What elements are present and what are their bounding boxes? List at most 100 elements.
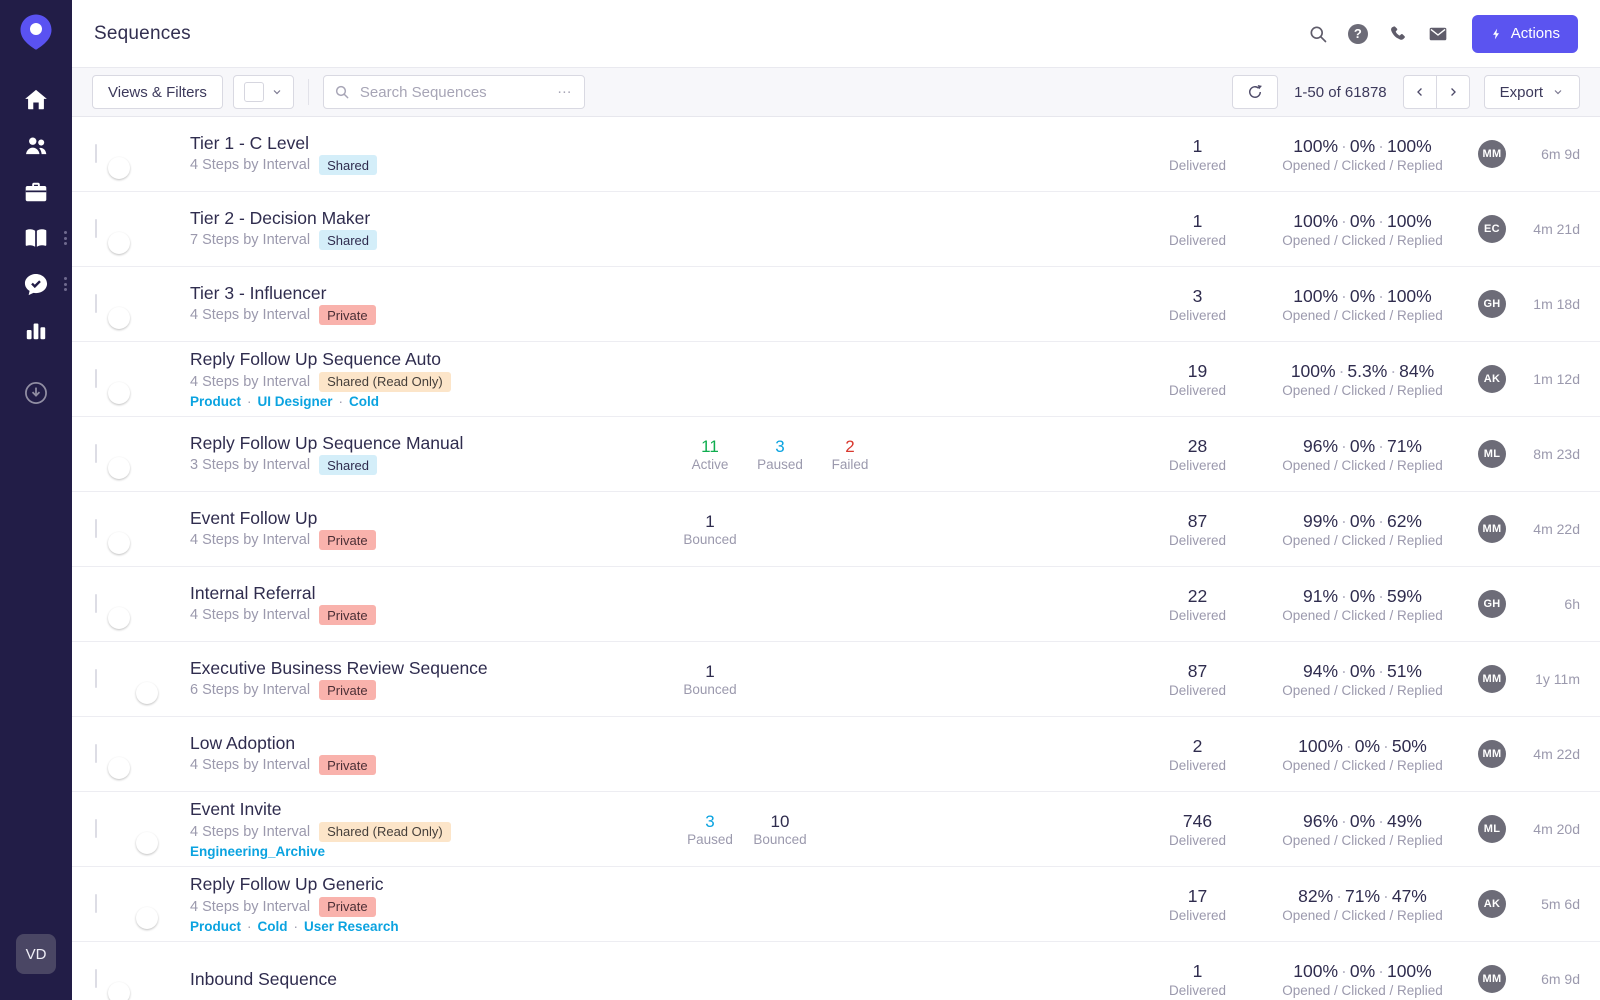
sequence-name[interactable]: Event Follow Up <box>190 508 670 528</box>
row-age: 1m 18d <box>1533 296 1580 312</box>
tag-link[interactable]: Cold <box>349 394 379 409</box>
tag-link[interactable]: Engineering_Archive <box>190 844 325 859</box>
sequence-steps: 4 Steps by Interval <box>190 898 311 915</box>
row-checkbox[interactable] <box>95 894 97 913</box>
opened-value: 100% <box>1293 136 1339 157</box>
sequence-name[interactable]: Inbound Sequence <box>190 969 670 989</box>
export-button[interactable]: Export <box>1483 75 1580 109</box>
row-checkbox[interactable] <box>95 969 97 988</box>
ocr-values: 91% · 0% · 59% <box>1255 585 1470 608</box>
row-checkbox[interactable] <box>95 594 97 613</box>
delivered-column: 746 Delivered <box>1140 810 1255 848</box>
delivered-value: 87 <box>1187 661 1208 682</box>
sidebar: VD <box>0 0 72 1000</box>
value-separator: · <box>1336 886 1342 907</box>
sequence-subline: 4 Steps by Interval Shared (Read Only) <box>190 371 670 392</box>
row-checkbox[interactable] <box>95 669 97 688</box>
sequence-steps: 4 Steps by Interval <box>190 823 311 840</box>
sequence-name[interactable]: Reply Follow Up Generic <box>190 874 670 894</box>
global-search-button[interactable] <box>1302 18 1334 50</box>
stat-label: Paused <box>687 832 733 848</box>
tag-link[interactable]: Cold <box>258 919 288 934</box>
phone-button[interactable] <box>1382 18 1414 50</box>
select-all-button[interactable] <box>232 75 294 109</box>
sequence-name[interactable]: Reply Follow Up Sequence Auto <box>190 349 670 369</box>
tag-link[interactable]: User Research <box>304 919 399 934</box>
briefcase-icon <box>25 182 47 202</box>
mail-button[interactable] <box>1422 18 1454 50</box>
opened-value: 96% <box>1302 811 1339 832</box>
refresh-button[interactable] <box>1232 75 1279 109</box>
toggle-knob <box>108 457 130 479</box>
sidebar-item-reports[interactable] <box>0 307 72 353</box>
sequence-name[interactable]: Internal Referral <box>190 583 670 603</box>
prev-page-button[interactable] <box>1402 75 1437 109</box>
row-checkbox[interactable] <box>95 444 97 463</box>
row-checkbox[interactable] <box>95 519 97 538</box>
stat-value: 2 <box>845 436 855 456</box>
ocr-values: 99% · 0% · 62% <box>1255 510 1470 533</box>
select-all-checkbox[interactable] <box>243 82 264 102</box>
sequence-subline: 4 Steps by Interval Private <box>190 530 670 551</box>
delivered-column: 87 Delivered <box>1140 510 1255 548</box>
sequence-name-block: Tier 2 - Decision Maker 7 Steps by Inter… <box>190 208 670 251</box>
sequence-name[interactable]: Executive Business Review Sequence <box>190 658 670 678</box>
views-filters-button[interactable]: Views & Filters <box>92 75 223 109</box>
outcomes-menu-kebab-icon[interactable] <box>64 277 67 291</box>
value-separator: · <box>1345 736 1352 757</box>
sequence-name[interactable]: Low Adoption <box>190 733 670 753</box>
sequence-name-block: Tier 3 - Influencer 4 Steps by Interval … <box>190 283 670 326</box>
tag-link[interactable]: UI Designer <box>258 394 333 409</box>
table-row: Executive Business Review Sequence 6 Ste… <box>72 642 1600 717</box>
sidebar-item-accounts[interactable] <box>0 169 72 215</box>
user-avatar[interactable]: VD <box>16 934 56 974</box>
toggle-knob <box>108 232 130 254</box>
row-age: 4m 22d <box>1533 521 1580 537</box>
clicked-value: 0% <box>1349 811 1376 832</box>
sequence-name-block: Inbound Sequence <box>190 969 670 989</box>
sidebar-item-content[interactable] <box>0 215 72 261</box>
sequence-tags: Product · UI Designer · Cold <box>190 394 670 409</box>
sidebar-item-downloads[interactable] <box>0 370 72 416</box>
table-row: Event Follow Up 4 Steps by Interval Priv… <box>72 492 1600 567</box>
search-options-ellipsis-icon[interactable]: … <box>557 81 574 96</box>
toggle-knob <box>108 982 130 1000</box>
sidebar-item-home[interactable] <box>0 77 72 123</box>
opened-clicked-replied-column: 100% · 0% · 100% Opened / Clicked / Replied <box>1255 210 1470 248</box>
sidebar-item-outcomes[interactable] <box>0 261 72 307</box>
row-checkbox[interactable] <box>95 369 97 388</box>
next-page-button[interactable] <box>1435 75 1470 109</box>
sequence-subline: 4 Steps by Interval Private <box>190 755 670 776</box>
actions-button[interactable]: Actions <box>1471 14 1578 53</box>
sequence-steps: 4 Steps by Interval <box>190 373 311 390</box>
row-checkbox[interactable] <box>95 219 97 238</box>
book-icon <box>25 229 47 247</box>
content-menu-kebab-icon[interactable] <box>64 231 67 245</box>
replied-value: 50% <box>1391 736 1427 757</box>
sequence-name[interactable]: Tier 3 - Influencer <box>190 283 670 303</box>
stat-label: Active <box>691 457 729 473</box>
table-row: Event Invite 4 Steps by Interval Shared … <box>72 792 1600 867</box>
outreach-logo-icon <box>16 12 56 57</box>
delivered-label: Delivered <box>1168 232 1227 248</box>
tag-link[interactable]: Product <box>190 919 241 934</box>
mid-stats: 1 Bounced <box>670 661 1140 697</box>
sequence-name[interactable]: Tier 2 - Decision Maker <box>190 208 670 228</box>
sequence-name[interactable]: Reply Follow Up Sequence Manual <box>190 433 670 453</box>
tag-link[interactable]: Product <box>190 394 241 409</box>
ocr-label: Opened / Clicked / Replied <box>1282 907 1443 923</box>
sidebar-item-prospects[interactable] <box>0 123 72 169</box>
value-separator: · <box>1341 511 1347 532</box>
delivered-column: 87 Delivered <box>1140 660 1255 698</box>
row-checkbox[interactable] <box>95 744 97 763</box>
owner-avatar: GH <box>1478 290 1506 318</box>
sequence-name[interactable]: Event Invite <box>190 799 670 819</box>
row-checkbox[interactable] <box>95 819 97 838</box>
row-checkbox[interactable] <box>95 144 97 163</box>
table-row: Low Adoption 4 Steps by Interval Private… <box>72 717 1600 792</box>
sequence-name[interactable]: Tier 1 - C Level <box>190 133 670 153</box>
search-input[interactable] <box>357 82 549 102</box>
help-button[interactable]: ? <box>1342 18 1374 50</box>
row-checkbox[interactable] <box>95 294 97 313</box>
sequence-badge: Private <box>319 605 376 626</box>
